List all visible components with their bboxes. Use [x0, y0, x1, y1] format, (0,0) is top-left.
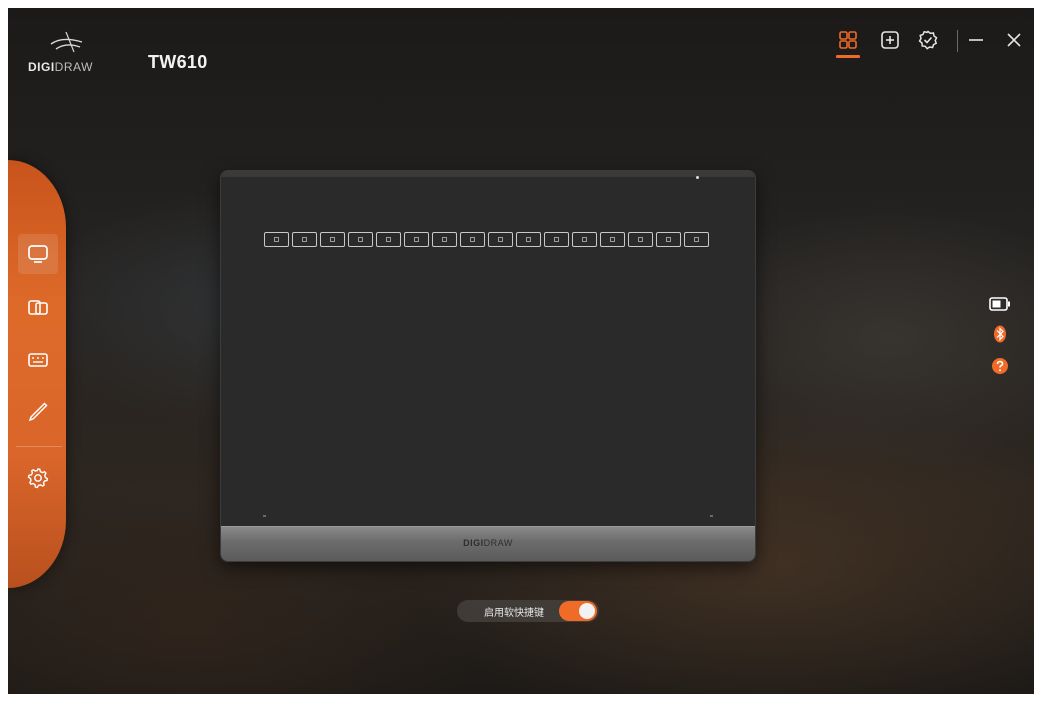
- express-key-glyph-icon: [498, 237, 503, 242]
- express-key-3[interactable]: [320, 232, 345, 247]
- express-key-1[interactable]: [264, 232, 289, 247]
- express-key-glyph-icon: [386, 237, 391, 242]
- bluetooth-icon: [994, 325, 1006, 343]
- soft-shortcut-toggle[interactable]: [559, 601, 597, 621]
- pen-icon: [28, 402, 48, 422]
- brand-logo: DIGIDRAW: [28, 30, 108, 80]
- express-key-glyph-icon: [526, 237, 531, 242]
- dual-screen-icon: [28, 300, 48, 315]
- sidebar-item-dual-screen[interactable]: [18, 288, 58, 328]
- express-key-2[interactable]: [292, 232, 317, 247]
- device-model-name: TW610: [148, 52, 208, 72]
- tablet-top-edge: [221, 171, 755, 177]
- close-button[interactable]: [1000, 26, 1028, 58]
- express-key-11[interactable]: [544, 232, 569, 247]
- express-key-glyph-icon: [470, 237, 475, 242]
- close-icon: [1007, 33, 1021, 47]
- express-key-14[interactable]: [628, 232, 653, 247]
- tablet-brand-bold: DIGI: [463, 538, 484, 548]
- soft-shortcut-label: 启用软快捷键: [484, 608, 544, 619]
- express-key-glyph-icon: [302, 237, 307, 242]
- express-key-4[interactable]: [348, 232, 373, 247]
- brand-wordmark-bold: DIGI: [28, 60, 55, 74]
- sidebar-item-shortcut-keys[interactable]: [18, 340, 58, 380]
- minimize-button[interactable]: [962, 26, 990, 58]
- tablet-bottom-bar: DIGIDRAW: [221, 526, 755, 561]
- bluetooth-status: [988, 324, 1012, 344]
- help-icon: [992, 358, 1008, 374]
- sidebar-item-display[interactable]: [18, 234, 58, 274]
- express-key-glyph-icon: [638, 237, 643, 242]
- brand-wordmark-light: DRAW: [54, 60, 93, 74]
- device-view-icon: [839, 31, 857, 49]
- device-view-button[interactable]: [834, 26, 862, 58]
- express-key-8[interactable]: [460, 232, 485, 247]
- soft-shortcut-switch[interactable]: 启用软快捷键: [457, 600, 599, 622]
- express-key-15[interactable]: [656, 232, 681, 247]
- sidebar-item-settings[interactable]: [18, 458, 58, 498]
- express-key-glyph-icon: [582, 237, 587, 242]
- pen-tablet-logo-icon: [50, 31, 83, 53]
- battery-icon: [989, 297, 1010, 311]
- tablet-preview: DIGIDRAW: [220, 170, 756, 562]
- express-key-glyph-icon: [442, 237, 447, 242]
- express-key-glyph-icon: [274, 237, 279, 242]
- settings-badge-icon: [918, 30, 938, 50]
- sidebar-item-pen[interactable]: [18, 392, 58, 432]
- active-area-corner-mark: [710, 515, 713, 517]
- settings-badge-button[interactable]: [914, 26, 942, 58]
- express-key-glyph-icon: [358, 237, 363, 242]
- app-window: DIGIDRAW TW610 DIGIDRAW 启用软快捷键: [8, 8, 1034, 694]
- express-key-glyph-icon: [554, 237, 559, 242]
- express-key-12[interactable]: [572, 232, 597, 247]
- express-key-glyph-icon: [610, 237, 615, 242]
- express-key-5[interactable]: [376, 232, 401, 247]
- minimize-icon: [969, 39, 983, 41]
- express-key-10[interactable]: [516, 232, 541, 247]
- sidebar: [8, 160, 66, 588]
- express-key-13[interactable]: [600, 232, 625, 247]
- display-icon: [28, 245, 48, 263]
- tablet-brand-label: DIGIDRAW: [221, 538, 755, 548]
- express-keys-row: [264, 232, 709, 247]
- express-key-9[interactable]: [488, 232, 513, 247]
- tablet-brand-light: DRAW: [483, 538, 513, 548]
- express-key-glyph-icon: [330, 237, 335, 242]
- keyboard-icon: [28, 353, 48, 367]
- express-key-glyph-icon: [414, 237, 419, 242]
- express-key-glyph-icon: [666, 237, 671, 242]
- active-tab-indicator: [836, 55, 860, 58]
- toolbar-separator: [957, 30, 958, 52]
- express-key-7[interactable]: [432, 232, 457, 247]
- toggle-knob: [579, 603, 595, 619]
- sidebar-divider: [16, 446, 62, 447]
- tablet-indicator-light: [696, 176, 699, 179]
- gear-icon: [27, 468, 49, 489]
- express-key-6[interactable]: [404, 232, 429, 247]
- battery-status: [988, 294, 1012, 314]
- active-area-corner-mark: [263, 515, 266, 517]
- help-button[interactable]: [988, 356, 1012, 376]
- add-icon: [881, 31, 899, 49]
- express-key-16[interactable]: [684, 232, 709, 247]
- brand-wordmark: DIGIDRAW: [28, 60, 93, 74]
- express-key-glyph-icon: [694, 237, 699, 242]
- add-button[interactable]: [876, 26, 904, 58]
